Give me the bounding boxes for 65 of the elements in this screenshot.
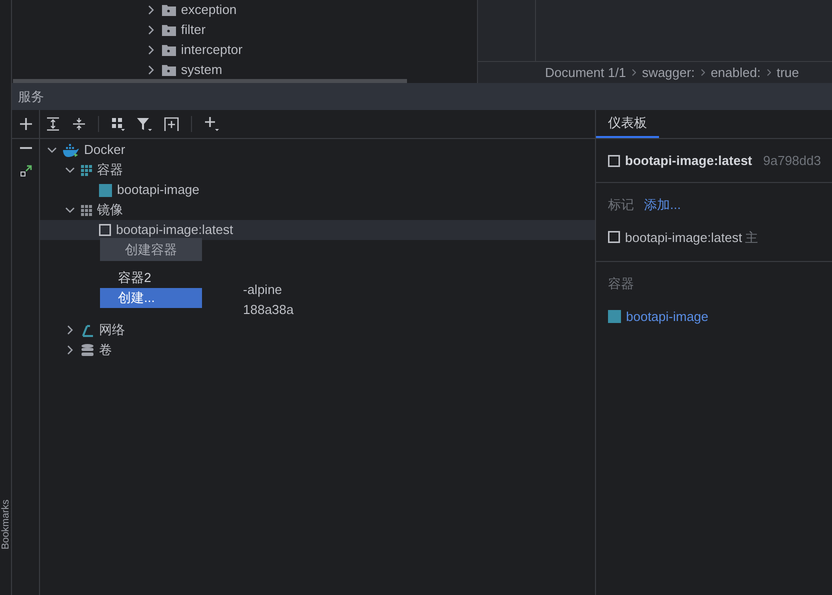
folder-icon — [162, 64, 176, 76]
folder-name[interactable]: filter — [181, 20, 206, 40]
container-link[interactable]: bootapi-image — [626, 306, 708, 326]
tag-name: bootapi-image:latest — [625, 228, 742, 247]
chevron-right-icon — [766, 69, 771, 76]
expand-all-icon[interactable] — [46, 117, 60, 131]
folder-icon — [162, 24, 176, 36]
menu-item[interactable]: 容器2 — [100, 268, 202, 288]
menu-item[interactable]: 创建... — [100, 288, 202, 308]
tree-item[interactable]: 188a38a — [243, 300, 294, 320]
chevron-right-icon[interactable] — [148, 65, 154, 75]
image-name: bootapi-image:latest — [625, 152, 752, 170]
square-icon — [608, 310, 621, 323]
chevron-right-icon[interactable] — [148, 25, 154, 35]
square-outline-icon — [99, 224, 111, 236]
chevron-down-icon[interactable] — [47, 147, 57, 153]
stack-icon — [81, 344, 94, 356]
tree-item[interactable]: Docker — [84, 140, 126, 160]
chevron-right-icon[interactable] — [67, 345, 73, 355]
chevron-right-icon[interactable] — [148, 5, 154, 15]
dashboard-tab[interactable]: 仪表板 — [596, 110, 659, 138]
tree-item[interactable]: -alpine — [243, 280, 282, 300]
folder-icon — [162, 44, 176, 56]
chevron-right-icon[interactable] — [148, 45, 154, 55]
add-service-icon[interactable] — [164, 117, 179, 131]
square-icon — [99, 184, 112, 196]
square-outline-icon — [608, 154, 620, 166]
panel-title: 服务 — [18, 88, 44, 106]
tree-item[interactable]: 容器 — [97, 160, 123, 180]
filter-icon[interactable] — [137, 116, 152, 132]
chevron-down-icon[interactable] — [65, 207, 75, 213]
menu-header: 创建容器 — [100, 238, 202, 261]
tag-note: 主 — [745, 228, 758, 246]
chevron-right-icon[interactable] — [67, 325, 73, 335]
grid-icon — [81, 164, 92, 176]
tree-item[interactable]: bootapi-image — [117, 180, 200, 200]
expand-icon[interactable] — [20, 165, 32, 177]
group-icon[interactable] — [111, 117, 125, 131]
breadcrumb[interactable]: Document 1/1 — [545, 62, 626, 82]
bookmarks-tab[interactable]: Bookmarks — [0, 499, 14, 549]
folder-name[interactable]: interceptor — [181, 40, 242, 60]
tree-item[interactable]: 镜像 — [97, 200, 123, 220]
folder-name[interactable]: exception — [181, 0, 237, 20]
whale-icon — [63, 144, 79, 156]
chevron-right-icon — [700, 69, 705, 76]
chevron-right-icon — [632, 69, 636, 76]
section-label: 标记 — [608, 196, 634, 214]
add-link[interactable]: 添加... — [644, 195, 681, 214]
tree-item[interactable]: 卷 — [99, 340, 112, 360]
tree-item[interactable]: 网络 — [99, 320, 125, 340]
add-icon[interactable] — [204, 116, 220, 132]
breadcrumb[interactable]: enabled: — [710, 62, 761, 82]
square-outline-icon — [608, 231, 620, 244]
section-label: 容器 — [608, 275, 635, 293]
chevron-down-icon[interactable] — [65, 167, 75, 173]
folder-icon — [162, 4, 176, 16]
folder-name[interactable]: system — [181, 60, 222, 80]
breadcrumb[interactable]: true — [776, 62, 799, 82]
add-icon[interactable] — [20, 118, 32, 130]
breadcrumb[interactable]: swagger: — [642, 62, 695, 82]
grid-icon — [81, 204, 92, 216]
collapse-all-icon[interactable] — [72, 117, 86, 131]
network-icon — [81, 324, 94, 336]
image-id: 9a798dd3 — [763, 152, 821, 170]
minus-icon[interactable] — [20, 147, 32, 149]
